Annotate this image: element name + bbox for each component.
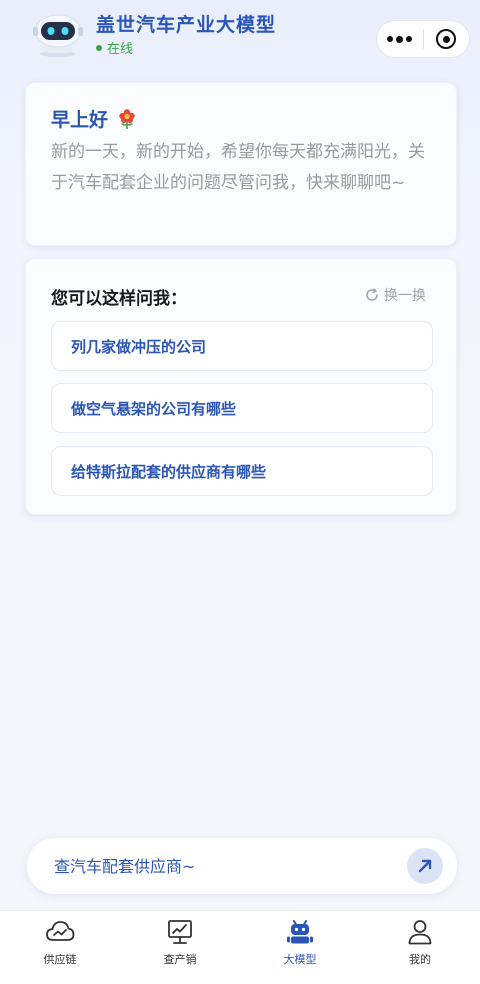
greeting-card: 早上好 新的一天，新的开始，希望你每天都充满阳光，关于汽车配套企业的问题尽管问我… bbox=[25, 82, 457, 246]
online-status: 在线 bbox=[96, 38, 133, 57]
online-dot-icon bbox=[96, 44, 102, 51]
chat-input[interactable] bbox=[54, 856, 384, 876]
suggestion-item[interactable]: 列几家做冲压的公司 bbox=[51, 321, 433, 371]
monitor-chart-icon bbox=[168, 920, 192, 944]
mini-program-capsule bbox=[376, 20, 470, 58]
tab-large-model[interactable]: 大模型 bbox=[240, 911, 360, 984]
robot-avatar-icon bbox=[33, 14, 83, 57]
app-header: 盖世汽车产业大模型 在线 bbox=[0, 0, 480, 78]
tab-sales[interactable]: 查产销 bbox=[120, 911, 240, 984]
greeting-message: 新的一天，新的开始，希望你每天都充满阳光，关于汽车配套企业的问题尽管问我，快来聊… bbox=[51, 142, 425, 193]
refresh-icon bbox=[366, 288, 378, 301]
cloud-chart-icon bbox=[46, 921, 75, 941]
chat-input-bar bbox=[27, 838, 457, 894]
more-dots-icon[interactable] bbox=[377, 21, 423, 57]
greeting-title-text: 早上好 bbox=[51, 109, 109, 131]
suggestion-item[interactable]: 做空气悬架的公司有哪些 bbox=[51, 383, 433, 433]
suggestion-item[interactable]: 给特斯拉配套的供应商有哪些 bbox=[51, 446, 433, 496]
online-status-label: 在线 bbox=[107, 42, 134, 57]
flower-icon bbox=[119, 108, 135, 129]
app-title: 盖世汽车产业大模型 bbox=[96, 14, 277, 36]
robot-icon bbox=[287, 920, 313, 944]
user-icon bbox=[408, 920, 432, 945]
tab-label: 我的 bbox=[409, 953, 431, 966]
tab-mine[interactable]: 我的 bbox=[360, 911, 480, 984]
bottom-tab-bar: 供应链 查产销 大模型 我的 bbox=[0, 910, 480, 984]
target-close-icon[interactable] bbox=[423, 21, 469, 57]
suggestions-card: 您可以这样问我： 换一换 列几家做冲压的公司 做空气悬架的公司有哪些 给特斯拉配… bbox=[25, 258, 457, 515]
tab-label: 大模型 bbox=[283, 953, 317, 966]
suggestions-title: 您可以这样问我： bbox=[51, 289, 187, 309]
refresh-label: 换一换 bbox=[384, 288, 426, 304]
send-button[interactable] bbox=[407, 848, 443, 884]
refresh-button[interactable]: 换一换 bbox=[365, 285, 426, 305]
tab-label: 查产销 bbox=[163, 953, 197, 966]
tab-label: 供应链 bbox=[43, 953, 77, 966]
tab-supply-chain[interactable]: 供应链 bbox=[0, 911, 120, 984]
greeting-title: 早上好 bbox=[51, 105, 138, 132]
send-arrow-icon bbox=[418, 859, 432, 873]
